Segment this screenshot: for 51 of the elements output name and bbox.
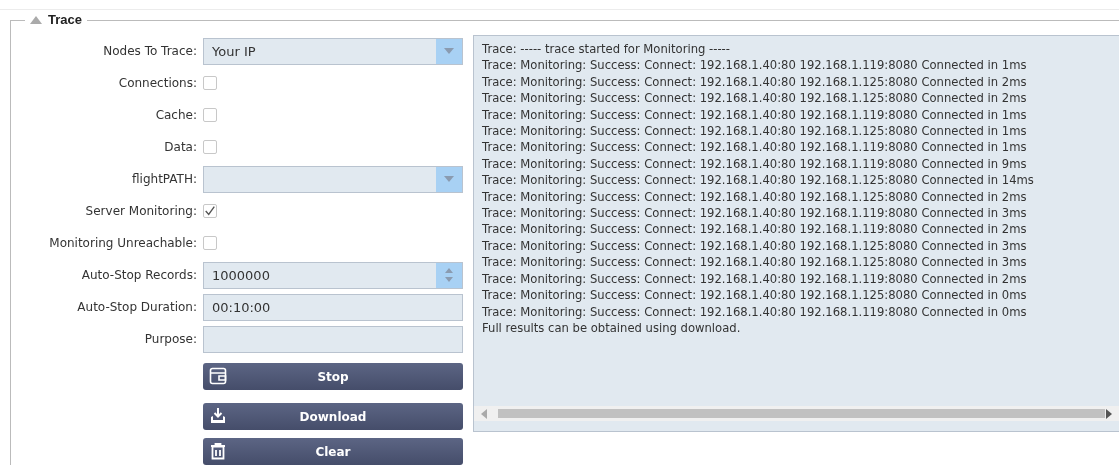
- log-line: Trace: ----- trace started for Monitoring -----: [482, 41, 731, 58]
- log-line: Trace: Monitoring: Success: Connect: 192.168.1.40:80 192.168.1.125:8080 Connected in 14ms: [482, 172, 1035, 189]
- number-field[interactable]: 1000000: [203, 261, 463, 289]
- log-line: Trace: Monitoring: Success: Connect: 192.168.1.40:80 192.168.1.125:8080 Connected in 0ms: [482, 287, 1028, 304]
- dropdown-field[interactable]: [203, 165, 463, 193]
- wallet-icon: [209, 367, 227, 385]
- field-label: Monitoring Unreachable:: [48, 236, 198, 250]
- log-line: Trace: Monitoring: Success: Connect: 192.168.1.40:80 192.168.1.125:8080 Connected in 3ms: [482, 254, 1028, 271]
- log-line: Trace: Monitoring: Success: Connect: 192.168.1.40:80 192.168.1.119:8080 Connected in 1ms: [482, 106, 1028, 124]
- log-line: Trace: Monitoring: Success: Connect: 192.168.1.40:80 192.168.1.119:8080 Connected in 1ms: [482, 139, 1028, 156]
- checkbox[interactable]: [203, 236, 217, 250]
- horizontal-scrollbar[interactable]: [474, 406, 1119, 421]
- caret-icon: [444, 176, 454, 182]
- clear-button[interactable]: Clear: [203, 438, 463, 465]
- log-line: Trace: Monitoring: Success: Connect: 192.168.1.40:80 192.168.1.119:8080 Connected in 0ms: [482, 303, 1028, 320]
- download-icon: [209, 407, 227, 425]
- field-label: Cache:: [154, 108, 198, 122]
- section-title: Trace: [48, 12, 82, 27]
- field-label: flightPATH:: [131, 172, 198, 186]
- field-label: Connections:: [117, 76, 198, 90]
- log-line: Trace: Monitoring: Success: Connect: 192.168.1.40:80 192.168.1.125:8080 Connected in 2ms: [482, 90, 1028, 107]
- log-line: Trace: Monitoring: Success: Connect: 192.168.1.40:80 192.168.1.125:8080 Connected in 3ms: [482, 237, 1028, 255]
- log-line: Trace: Monitoring: Success: Connect: 192.168.1.40:80 192.168.1.119:8080 Connected in 3ms: [482, 205, 1028, 222]
- log-line: Trace: Monitoring: Success: Connect: 192.168.1.40:80 192.168.1.119:8080 Connected in 9ms: [482, 155, 1028, 173]
- field-label: Nodes To Trace:: [102, 44, 198, 58]
- spinner-arrows-icon: [444, 268, 454, 282]
- download-button[interactable]: Download: [203, 403, 463, 430]
- trash-icon: [209, 442, 227, 460]
- log-line: Full results can be obtained using download.: [482, 319, 742, 337]
- checkbox[interactable]: [203, 204, 217, 218]
- log-line: Trace: Monitoring: Success: Connect: 192.168.1.40:80 192.168.1.119:8080 Connected in 1ms: [482, 57, 1028, 74]
- dropdown-field[interactable]: Your IP: [203, 37, 463, 65]
- field-label: Auto-Stop Records:: [80, 268, 198, 282]
- log-line: Trace: Monitoring: Success: Connect: 192.168.1.40:80 192.168.1.119:8080 Connected in 2ms: [482, 270, 1028, 288]
- log-line: Trace: Monitoring: Success: Connect: 192.168.1.40:80 192.168.1.125:8080 Connected in 1ms: [482, 123, 1028, 140]
- input-field[interactable]: [203, 325, 463, 353]
- field-label: Server Monitoring:: [84, 204, 198, 218]
- log-line: Trace: Monitoring: Success: Connect: 192.168.1.40:80 192.168.1.125:8080 Connected in 2ms: [482, 188, 1028, 206]
- caret-icon: [444, 48, 454, 54]
- checkbox[interactable]: [203, 108, 217, 122]
- log-line: Trace: Monitoring: Success: Connect: 192.168.1.40:80 192.168.1.125:8080 Connected in 2ms: [482, 73, 1028, 91]
- collapse-triangle-icon[interactable]: [30, 15, 42, 24]
- field-label: Purpose:: [143, 332, 198, 346]
- scroll-left-icon[interactable]: [479, 408, 487, 419]
- field-label: Data:: [163, 140, 198, 154]
- checkbox[interactable]: [203, 76, 217, 90]
- field-label: Auto-Stop Duration:: [76, 300, 198, 314]
- checkbox[interactable]: [203, 140, 217, 154]
- input-field[interactable]: 00:10:00: [203, 293, 463, 321]
- log-line: Trace: Monitoring: Success: Connect: 192.168.1.40:80 192.168.1.119:8080 Connected in 2ms: [482, 221, 1028, 238]
- stop-button[interactable]: Stop: [203, 363, 463, 390]
